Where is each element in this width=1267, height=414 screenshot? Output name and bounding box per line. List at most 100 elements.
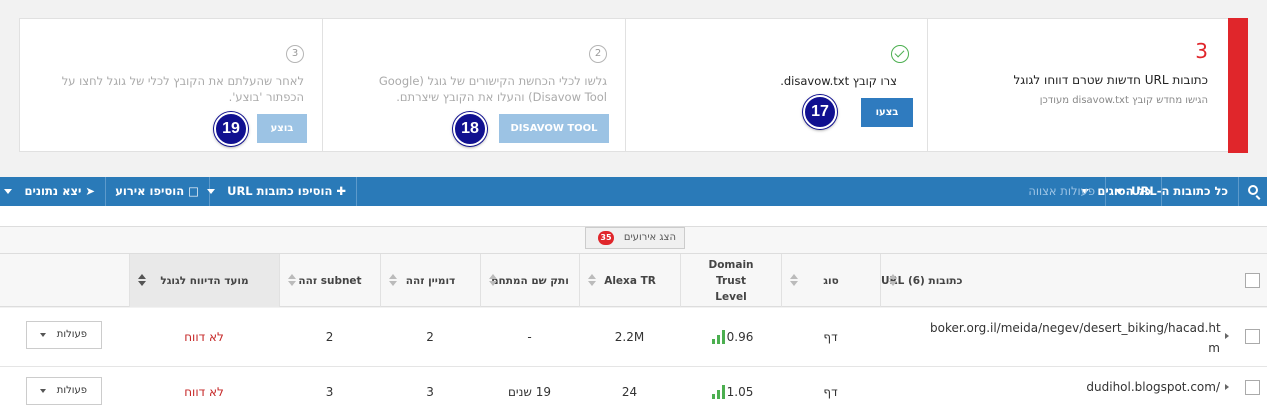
actions-label: פעולות (56, 385, 87, 396)
header-alexa-label: Alexa TR (604, 274, 656, 287)
header-alexa[interactable]: Alexa TR (579, 254, 680, 307)
select-all-checkbox[interactable] (1245, 273, 1260, 288)
header-actions (0, 254, 129, 307)
url-text-line1: boker.org.il/meida/negev/desert_biking/h… (930, 321, 1221, 335)
disavow-steps-panel: 3 כתובות URL חדשות שטרם דווחו לגוגל הגיש… (19, 18, 1248, 153)
alexa-cell: 2.2M (614, 330, 645, 344)
actions-label: פעולות (56, 329, 87, 340)
show-events-button[interactable]: הצג אירועים 35 (585, 227, 685, 249)
step-3-text-line1: לאחר שהעלתם את הקובץ לכלי של גוגל לחצו ע… (61, 74, 304, 88)
header-urls[interactable]: כתובות URL (6) (880, 254, 1237, 307)
report-status-cell: לא דווח (184, 384, 224, 399)
events-strip: הצג אירועים 35 (0, 227, 1267, 254)
step-badge-19: 19 (214, 112, 248, 146)
row-checkbox[interactable] (1245, 380, 1260, 395)
events-count-badge: 35 (598, 231, 614, 245)
sort-icon (288, 274, 296, 286)
url-text-line1: dudihol.blogspot.com/ (1086, 380, 1220, 394)
actions-dropdown[interactable]: פעולות (26, 321, 102, 349)
header-report-date[interactable]: מועד הדיווח לגוגל (129, 254, 279, 307)
step-number-2: 2 (589, 45, 607, 63)
age-cell: 19 שנים (507, 384, 552, 399)
sort-icon (790, 274, 798, 286)
alert-bar (1228, 18, 1248, 153)
sort-icon (138, 274, 146, 286)
header-same-domain-label: דומיין זהה (405, 274, 456, 287)
same-domain-cell: 2 (426, 330, 434, 344)
alexa-cell: 24 (621, 384, 638, 399)
show-events-label: הצג אירועים (623, 232, 676, 243)
header-same-subnet[interactable]: subnet זהה (279, 254, 380, 307)
add-urls-button[interactable]: ✚ הוסיפו כתובות URL (207, 177, 357, 206)
step-badge-17: 17 (803, 95, 837, 129)
chevron-down-icon (40, 389, 46, 393)
export-data-label: יצא נתונים (24, 184, 82, 198)
header-domain-age[interactable]: ותק שם המתחם (480, 254, 579, 307)
chevron-down-icon (4, 189, 13, 194)
url-cell[interactable]: boker.org.il/meida/negev/desert_biking/h… (930, 318, 1221, 358)
create-file-button[interactable]: בצעו (861, 98, 913, 127)
trust-value: 0.96 (708, 330, 754, 344)
summary-title: כתובות URL חדשות שטרם דווחו לגוגל (1013, 73, 1208, 87)
header-same-domain[interactable]: דומיין זהה (380, 254, 480, 307)
header-domain-age-label: ותק שם המתחם (491, 274, 569, 287)
expand-icon[interactable] (1225, 384, 1229, 390)
same-subnet-cell: 3 (325, 384, 334, 399)
trust-cell: 1.05 (680, 367, 781, 414)
step-3-text: לאחר שהעלתם את הקובץ לכלי של גוגל לחצו ע… (62, 73, 304, 105)
check-circle-icon (891, 45, 909, 63)
add-urls-label: הוסיפו כתובות URL (227, 184, 333, 198)
signal-bars-icon (711, 384, 727, 399)
header-report-date-label: מועד הדיווח לגוגל (160, 274, 249, 287)
type-cell: דף (823, 384, 838, 399)
filter-types-label: כל הסוגים (1097, 184, 1151, 198)
trust-number: 1.05 (726, 384, 754, 399)
new-urls-count: 3 (1195, 39, 1208, 63)
bulk-actions-menu[interactable]: פעולות אצווה (1020, 177, 1105, 206)
trust-cell: 0.96 (680, 308, 781, 366)
header-domain-trust-label: Domain Trust Level (708, 258, 754, 303)
plus-icon: ✚ (336, 184, 346, 198)
bulk-actions-label: פעולות אצווה (1028, 184, 1095, 198)
add-event-button[interactable]: □ הוסיפו אירוע (105, 177, 209, 206)
sort-icon (588, 274, 596, 286)
export-data-button[interactable]: ➤ יצא נתונים (0, 177, 105, 206)
disavow-tool-button[interactable]: DISAVOW TOOL (499, 114, 609, 143)
spacer-strip (0, 206, 1267, 227)
same-subnet-cell: 2 (325, 330, 334, 344)
trust-number: 0.96 (726, 330, 754, 344)
done-button[interactable]: בוצע (257, 114, 307, 143)
step-badge-18: 18 (453, 112, 487, 146)
url-cell[interactable]: dudihol.blogspot.com/ (930, 377, 1220, 397)
age-cell: - (527, 330, 532, 344)
sort-icon (489, 274, 497, 286)
table-toolbar: כל כתובות ה-URL כל הסוגים פעולות אצווה ✚… (0, 177, 1267, 206)
header-domain-trust[interactable]: Domain Trust Level (680, 254, 781, 307)
step-2-text: גלשו לכלי הכחשת הקישורים של גוגל (Google… (379, 73, 607, 105)
filter-urls-dropdown[interactable]: כל כתובות ה-URL (1115, 177, 1238, 206)
actions-dropdown[interactable]: פעולות (26, 377, 102, 405)
summary-subtitle: הגישו מחדש קובץ disavow.txt מעודכן (1039, 95, 1208, 106)
step-1-text: צרו קובץ disavow.txt. (780, 74, 897, 88)
step-3-text-line2: הכפתור 'בוצע'. (228, 90, 304, 104)
step-2-text-line2: Disavow Tool) והעלו את הקובץ שיצרתם. (396, 90, 607, 104)
send-icon: ➤ (85, 184, 95, 198)
expand-icon[interactable] (1225, 333, 1229, 339)
header-same-subnet-label: subnet זהה (298, 274, 362, 287)
search-icon (1248, 185, 1258, 195)
url-text-line2: m (1208, 341, 1220, 355)
signal-bars-icon (711, 330, 727, 344)
step-2: 2 גלשו לכלי הכחשת הקישורים של גוגל (Goog… (322, 19, 625, 151)
filter-types-dropdown[interactable]: כל הסוגים (1081, 177, 1161, 206)
trust-value: 1.05 (708, 384, 754, 399)
search-button[interactable] (1238, 177, 1267, 206)
table-row: boker.org.il/meida/negev/desert_biking/h… (0, 308, 1267, 367)
header-type-label: סוג (823, 274, 839, 287)
header-type[interactable]: סוג (781, 254, 880, 307)
sort-icon (889, 274, 897, 286)
sort-icon (389, 274, 397, 286)
step-number-3: 3 (286, 45, 304, 63)
row-checkbox[interactable] (1245, 329, 1260, 344)
step-1: צרו קובץ disavow.txt. בצעו 17 (625, 19, 927, 151)
report-status-cell: לא דווח (184, 330, 224, 344)
